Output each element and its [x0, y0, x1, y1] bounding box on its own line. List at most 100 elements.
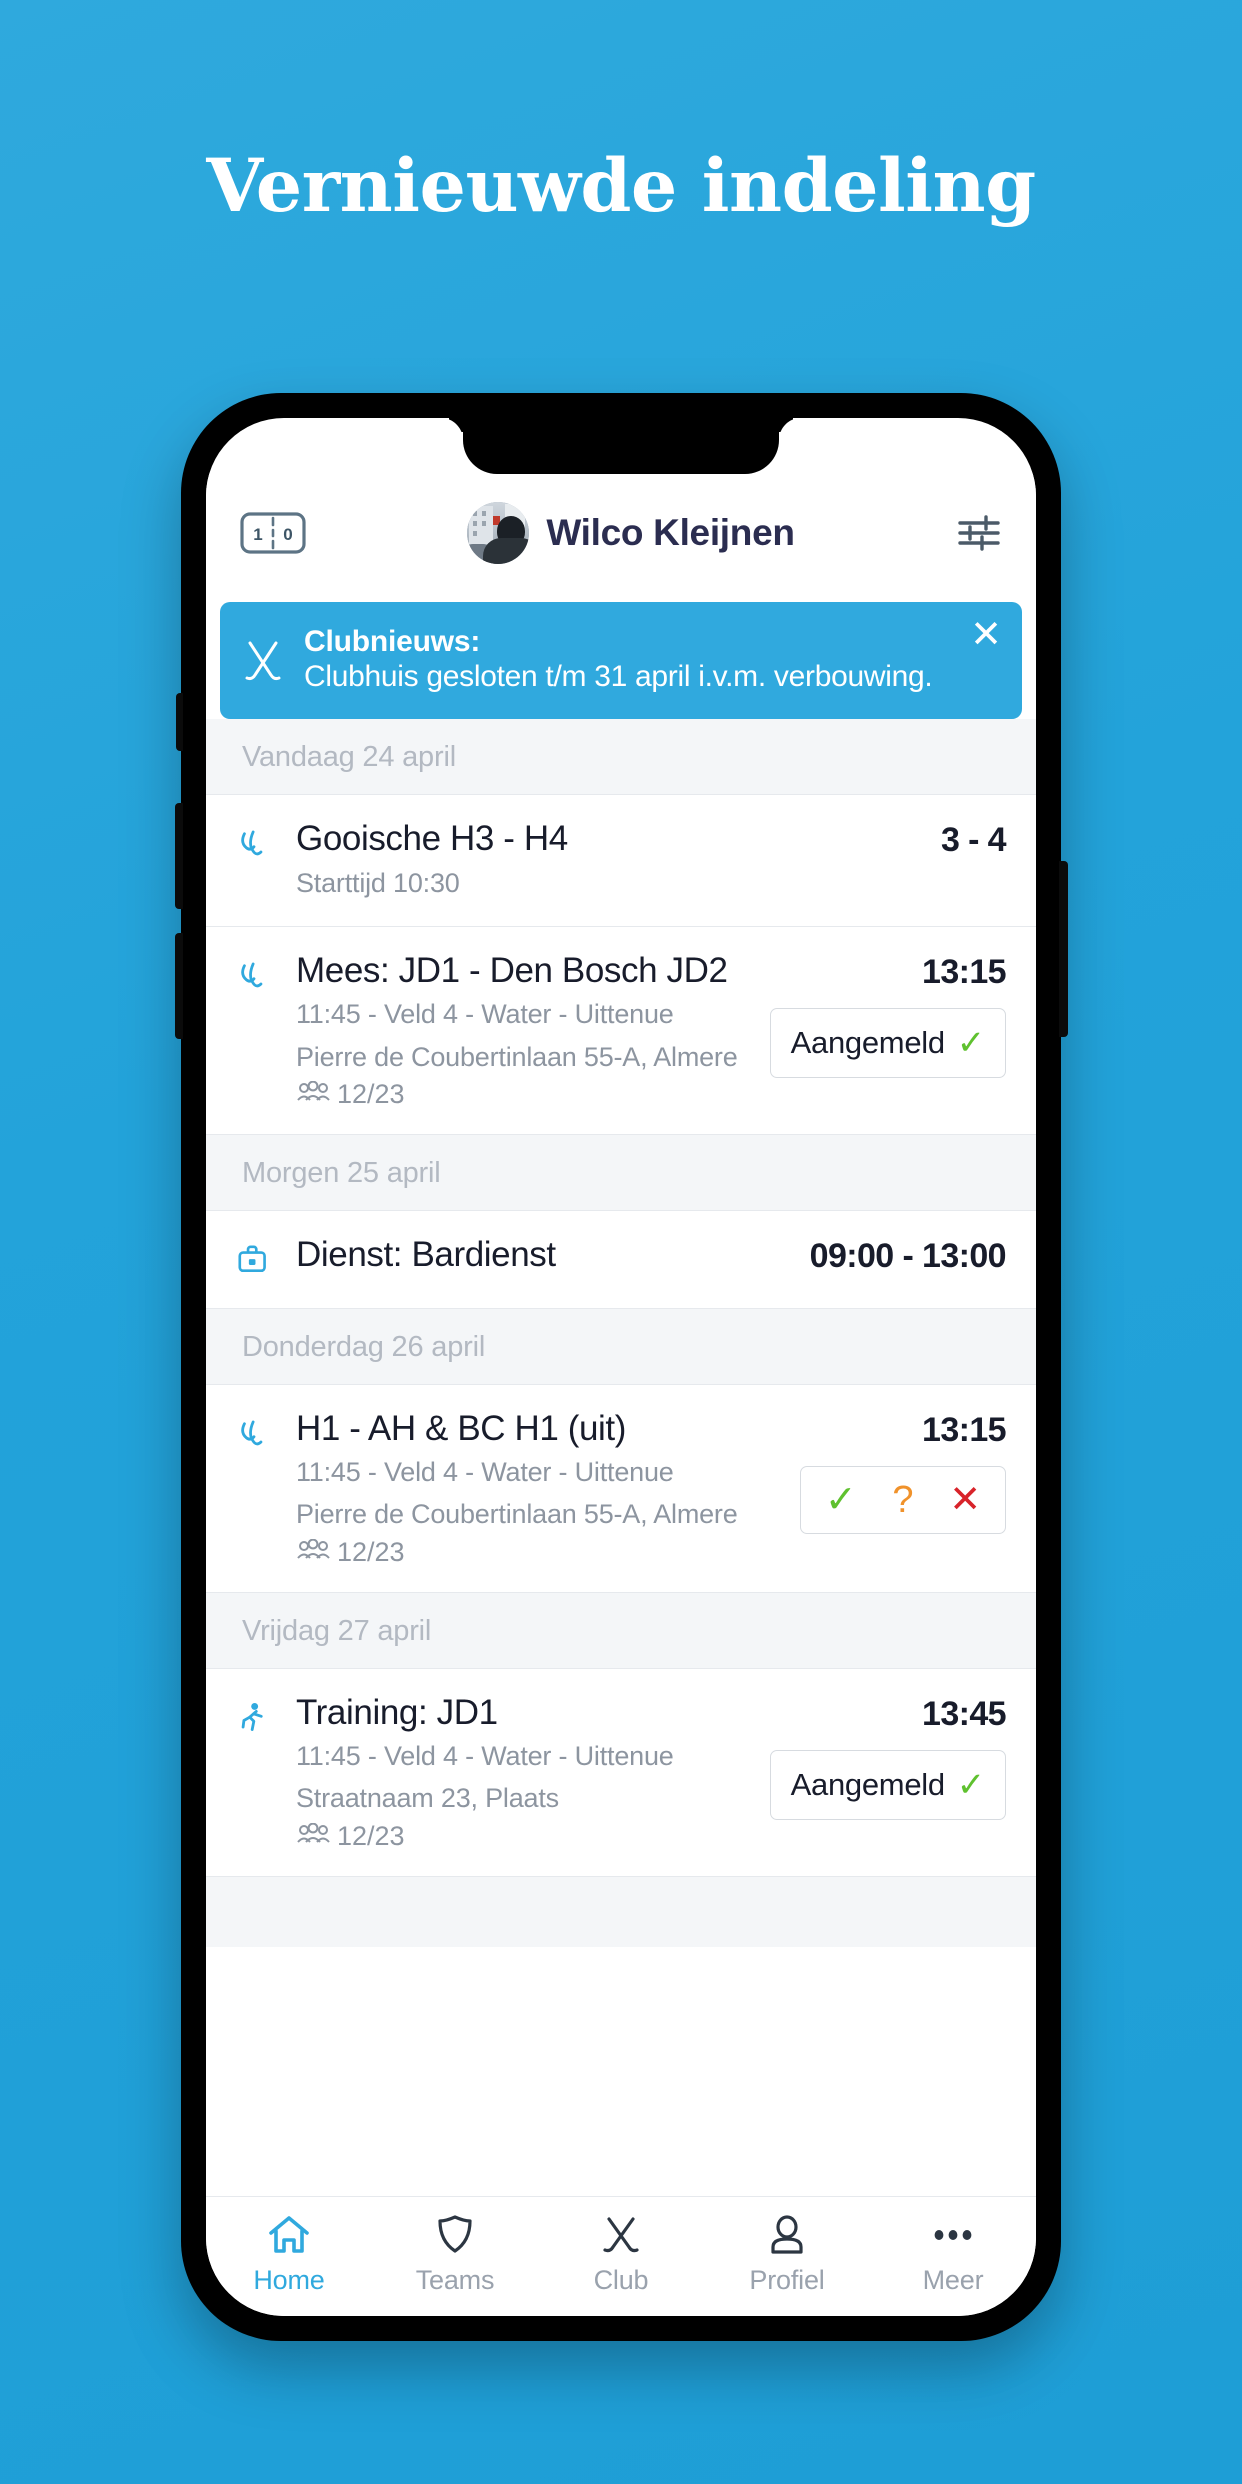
tab-label: Club — [593, 2265, 649, 2295]
feed-item-main: Dienst: Bardienst — [296, 1235, 794, 1275]
check-icon: ✓ — [956, 1023, 986, 1062]
avatar[interactable] — [467, 502, 530, 564]
feed-item-time: 13:15 — [922, 1410, 1007, 1449]
feed-item-main: Gooische H3 - H4 Starttijd 10:30 — [296, 819, 925, 902]
feed-item-main: Mees: JD1 - Den Bosch JD2 11:45 - Veld 4… — [296, 951, 754, 1110]
crossed-hockey-sticks-icon — [238, 635, 288, 685]
feed-item[interactable]: H1 - AH & BC H1 (uit) 11:45 - Veld 4 - W… — [206, 1384, 1036, 1593]
shield-icon — [431, 2211, 479, 2259]
feed-item-sub: 11:45 - Veld 4 - Water - Uittenue — [296, 1457, 674, 1488]
day-header: Vandaag 24 april — [206, 719, 1036, 796]
scoreboard-icon[interactable]: 1 0 — [240, 511, 306, 555]
people-icon — [296, 1821, 330, 1852]
feed-item-title: Training: JD1 — [296, 1692, 498, 1732]
close-icon[interactable]: ✕ — [970, 616, 1002, 654]
phone-screen: 1 0 Wilco Kleijnen Clubnieuws: Clubhuis … — [206, 418, 1036, 2316]
ellipsis-icon — [929, 2211, 977, 2259]
attendance: 12/23 — [296, 1079, 754, 1110]
people-icon — [296, 1079, 330, 1110]
tab-teams[interactable]: Teams — [372, 2211, 538, 2296]
registered-label: Aangemeld — [790, 1024, 945, 1060]
tab-label: Home — [253, 2265, 325, 2295]
feed-item-sub: 11:45 - Veld 4 - Water - Uittenue — [296, 999, 674, 1030]
registered-label: Aangemeld — [790, 1766, 945, 1802]
day-header: Vrijdag 27 april — [206, 1592, 1036, 1669]
feed-item[interactable]: Dienst: Bardienst 09:00 - 13:00 — [206, 1210, 1036, 1309]
tab-label: Profiel — [749, 2265, 825, 2295]
banner-message: Clubhuis gesloten t/m 31 april i.v.m. ve… — [304, 660, 933, 694]
feed-item-title: Dienst: Bardienst — [296, 1234, 556, 1274]
people-icon — [296, 1537, 330, 1568]
feed-item[interactable]: Training: JD1 11:45 - Veld 4 - Water - U… — [206, 1668, 1036, 1877]
day-header: Morgen 25 april — [206, 1134, 1036, 1211]
hockey-sticks-icon — [234, 951, 280, 1002]
feed-item-title: H1 - AH & BC H1 (uit) — [296, 1408, 627, 1448]
volume-up-button[interactable] — [175, 803, 183, 909]
phone-notch — [463, 418, 779, 474]
power-button[interactable] — [1059, 861, 1068, 1037]
hockey-sticks-icon — [234, 819, 280, 870]
volume-down-button[interactable] — [175, 933, 183, 1039]
registered-button[interactable]: Aangemeld ✓ — [769, 1749, 1006, 1820]
attendance: 12/23 — [296, 1821, 754, 1852]
decline-icon[interactable]: ✕ — [949, 1481, 981, 1519]
tab-club[interactable]: Club — [538, 2211, 704, 2296]
page-headline: Vernieuwde indeling — [206, 143, 1036, 229]
attendance-count: 12/23 — [337, 1078, 405, 1109]
feed-item-right: 13:15 ✓ ? ✕ — [800, 1409, 1007, 1534]
feed-item-title: Mees: JD1 - Den Bosch JD2 — [296, 950, 728, 990]
feed-item-main: H1 - AH & BC H1 (uit) 11:45 - Veld 4 - W… — [296, 1409, 784, 1568]
feed-item-title: Gooische H3 - H4 — [296, 819, 568, 859]
tab-label: Meer — [922, 2265, 984, 2295]
accept-icon[interactable]: ✓ — [825, 1481, 857, 1519]
banner-text: Clubnieuws: Clubhuis gesloten t/m 31 apr… — [304, 624, 1004, 695]
feed-item-right: 09:00 - 13:00 — [809, 1235, 1007, 1276]
feed-item-right: 13:45 Aangemeld ✓ — [769, 1693, 1007, 1820]
feed-item-right: 3 - 4 — [940, 819, 1007, 860]
registered-button[interactable]: Aangemeld ✓ — [769, 1007, 1006, 1078]
feed-item-sub: Starttijd 10:30 — [296, 867, 460, 898]
feed-item-main: Training: JD1 11:45 - Veld 4 - Water - U… — [296, 1693, 754, 1852]
feed-item-location: Pierre de Coubertinlaan 55-A, Almere — [296, 1041, 738, 1072]
hockey-sticks-icon — [234, 1409, 280, 1460]
phone-frame: 1 0 Wilco Kleijnen Clubnieuws: Clubhuis … — [175, 393, 1068, 2341]
feed-scroll-area[interactable]: Clubnieuws: Clubhuis gesloten t/m 31 apr… — [206, 592, 1036, 2196]
sliders-icon[interactable] — [956, 510, 1002, 556]
feed-item-score: 3 - 4 — [940, 821, 1007, 860]
tab-meer[interactable]: Meer — [870, 2211, 1036, 2296]
club-news-banner[interactable]: Clubnieuws: Clubhuis gesloten t/m 31 apr… — [220, 602, 1022, 720]
attendance: 12/23 — [296, 1537, 784, 1568]
check-icon: ✓ — [956, 1765, 986, 1804]
banner-title: Clubnieuws: — [304, 625, 481, 658]
crossed-hockey-sticks-icon — [597, 2211, 645, 2259]
feed-bottom-spacer — [206, 1876, 1036, 1947]
tab-profiel[interactable]: Profiel — [704, 2211, 870, 2296]
running-person-icon — [234, 1693, 280, 1742]
feed-item-time: 13:45 — [922, 1694, 1007, 1733]
tab-label: Teams — [415, 2265, 495, 2295]
user-name: Wilco Kleijnen — [546, 512, 795, 553]
svg-text:0: 0 — [283, 525, 292, 544]
svg-text:1: 1 — [253, 525, 262, 544]
feed-item-time: 13:15 — [922, 952, 1007, 991]
app-header: 1 0 Wilco Kleijnen — [206, 474, 1036, 592]
maybe-icon[interactable]: ? — [892, 1481, 913, 1519]
briefcase-icon — [234, 1235, 280, 1284]
feed-item-right: 13:15 Aangemeld ✓ — [769, 951, 1007, 1078]
tab-home[interactable]: Home — [206, 2211, 372, 2296]
home-icon — [265, 2211, 313, 2259]
availability-choice-group[interactable]: ✓ ? ✕ — [800, 1465, 1006, 1534]
header-user[interactable]: Wilco Kleijnen — [306, 502, 956, 564]
attendance-count: 12/23 — [337, 1536, 405, 1567]
person-icon — [763, 2211, 811, 2259]
bottom-tabbar: Home Teams Club Profiel Meer — [206, 2196, 1036, 2316]
feed-item[interactable]: Mees: JD1 - Den Bosch JD2 11:45 - Veld 4… — [206, 926, 1036, 1135]
feed-item-location: Pierre de Coubertinlaan 55-A, Almere — [296, 1499, 738, 1530]
feed-item-sub: 11:45 - Veld 4 - Water - Uittenue — [296, 1741, 674, 1772]
feed-item[interactable]: Gooische H3 - H4 Starttijd 10:30 3 - 4 — [206, 795, 1036, 927]
feed-item-location: Straatnaam 23, Plaats — [296, 1783, 559, 1814]
day-header: Donderdag 26 april — [206, 1308, 1036, 1385]
silent-switch[interactable] — [176, 693, 183, 751]
feed-item-time: 09:00 - 13:00 — [809, 1236, 1007, 1275]
attendance-count: 12/23 — [337, 1820, 405, 1851]
